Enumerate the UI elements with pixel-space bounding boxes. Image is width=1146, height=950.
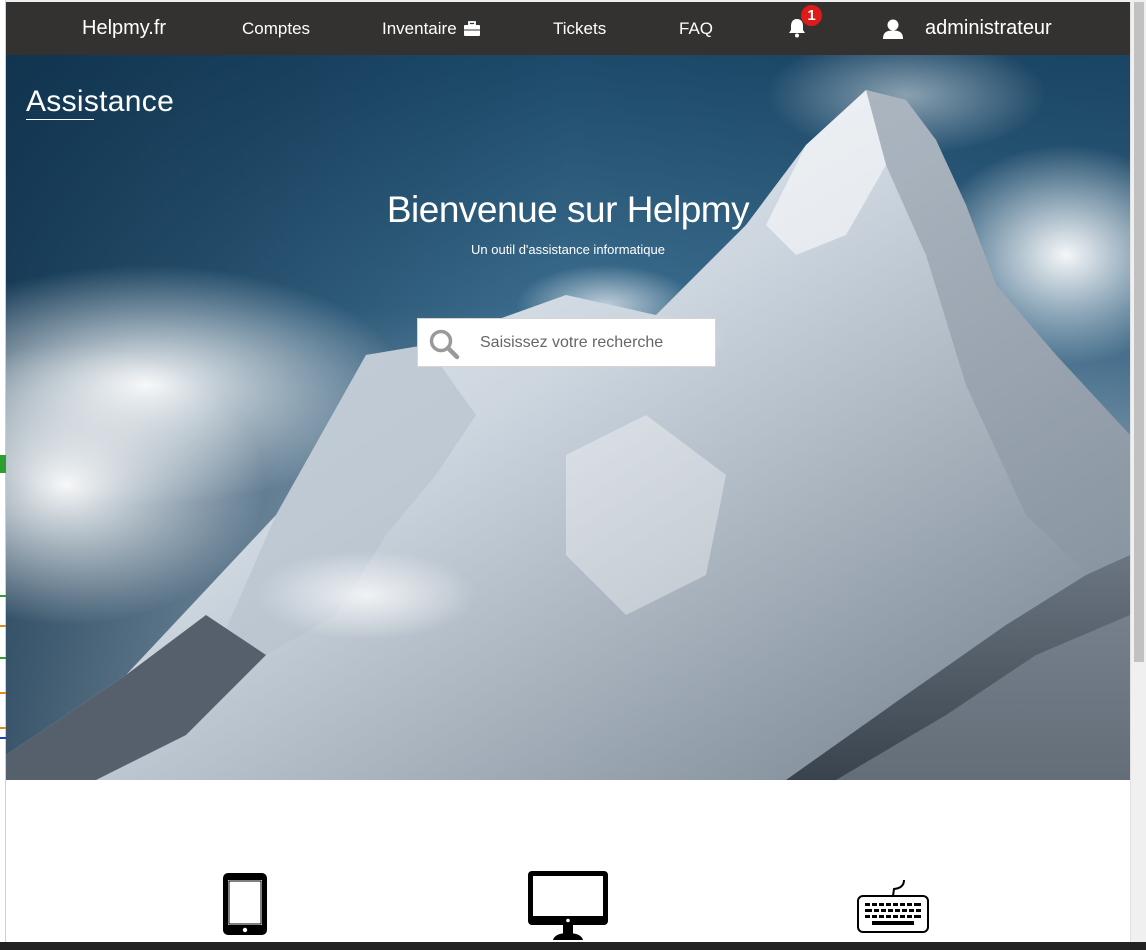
user-menu[interactable]: administrateur — [882, 2, 1052, 55]
top-navbar: Helpmy.fr Comptes Inventaire Tickets FAQ… — [6, 2, 1130, 55]
search-box — [417, 318, 716, 367]
monitor-icon[interactable] — [527, 870, 609, 940]
briefcase-icon — [463, 20, 480, 36]
nav-inventaire[interactable]: Inventaire — [382, 2, 481, 55]
user-name: administrateur — [925, 17, 1052, 39]
mountain-background-image — [6, 55, 1130, 780]
vertical-scrollbar[interactable] — [1130, 2, 1146, 942]
browser-page: Helpmy.fr Comptes Inventaire Tickets FAQ… — [6, 2, 1130, 942]
nav-inventaire-label: Inventaire — [382, 18, 457, 38]
user-icon — [883, 19, 903, 39]
section-title: Assistance — [26, 85, 175, 118]
hero-banner: Assistance Bienvenue sur Helpmy Un outil… — [6, 55, 1130, 780]
notifications-button[interactable]: 1 — [786, 2, 826, 55]
nav-faq[interactable]: FAQ — [679, 2, 713, 55]
nav-comptes[interactable]: Comptes — [242, 2, 310, 55]
nav-tickets[interactable]: Tickets — [553, 2, 606, 55]
brand-link[interactable]: Helpmy.fr — [82, 2, 166, 55]
taskbar-edge — [0, 942, 1146, 950]
welcome-heading: Bienvenue sur Helpmy — [386, 189, 750, 230]
notification-badge: 1 — [801, 5, 822, 26]
title-underline — [26, 119, 94, 120]
keyboard-icon[interactable] — [856, 878, 930, 936]
search-input[interactable] — [480, 331, 705, 355]
search-icon[interactable] — [428, 328, 460, 360]
scrollbar-thumb[interactable] — [1134, 2, 1144, 662]
tablet-icon[interactable] — [221, 871, 269, 937]
welcome-subtitle: Un outil d'assistance informatique — [471, 242, 665, 257]
